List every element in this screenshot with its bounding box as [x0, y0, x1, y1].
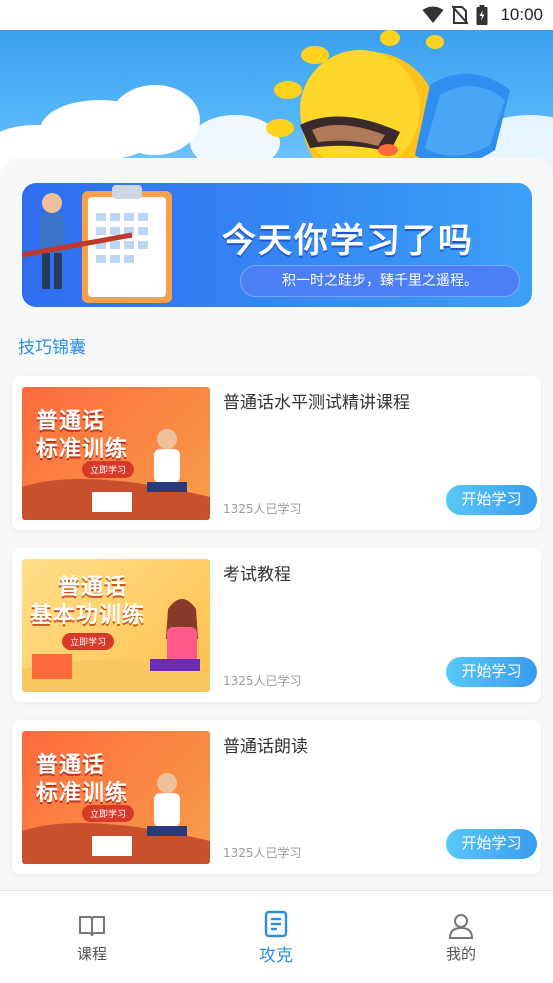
nav-tab-conquer[interactable]: 攻克: [184, 891, 368, 983]
status-bar: 10:00: [0, 0, 553, 30]
promo-banner[interactable]: 今天你学习了吗 积一时之跬步，臻千里之遥程。: [22, 183, 532, 307]
cloud-decoration: [110, 85, 200, 155]
course-card[interactable]: 普通话 基本功训练 立即学习 考试教程 1325人已学习 开始学习: [12, 548, 541, 702]
learner-count: 1325人已学习: [223, 674, 302, 688]
nav-label: 我的: [445, 945, 476, 963]
section-title: 技巧锦囊: [18, 338, 86, 358]
bottom-nav: 课程 攻克 我的: [0, 890, 553, 983]
no-sim-icon: [452, 5, 469, 25]
status-icons: 10:00: [422, 5, 543, 25]
course-title: 普通话朗读: [223, 737, 308, 757]
course-title: 考试教程: [223, 565, 291, 585]
book-icon: [79, 916, 105, 937]
thumbnail-tag: 立即学习: [82, 805, 135, 822]
student-illustration-icon: [22, 185, 172, 303]
banner-title: 今天你学习了吗: [222, 221, 474, 261]
start-learning-button[interactable]: 开始学习: [446, 485, 537, 515]
nav-label: 攻克: [259, 946, 293, 966]
nav-label: 课程: [76, 945, 107, 963]
battery-charging-icon: [476, 5, 488, 25]
scroll-icon: [264, 910, 288, 938]
start-learning-button[interactable]: 开始学习: [446, 657, 537, 687]
course-thumbnail[interactable]: 普通话 基本功训练 立即学习: [22, 559, 210, 692]
nav-tab-me[interactable]: 我的: [369, 891, 553, 983]
banner-subtitle: 积一时之跬步，臻千里之遥程。: [240, 265, 520, 297]
course-card[interactable]: 普通话 标准训练 立即学习 普通话水平测试精讲课程 1325人已学习 开始学习: [12, 376, 541, 530]
thumbnail-title: 基本功训练: [30, 603, 146, 628]
status-time: 10:00: [500, 5, 543, 24]
thumbnail-title: 标准训练: [36, 781, 129, 806]
learner-count: 1325人已学习: [223, 502, 302, 516]
course-thumbnail[interactable]: 普通话 标准训练 立即学习: [22, 387, 210, 520]
wifi-icon: [422, 6, 444, 23]
nav-tab-courses[interactable]: 课程: [0, 891, 184, 983]
start-learning-button[interactable]: 开始学习: [446, 829, 537, 859]
course-card[interactable]: 普通话 标准训练 立即学习 普通话朗读 1325人已学习 开始学习: [12, 720, 541, 874]
course-title: 普通话水平测试精讲课程: [223, 393, 410, 413]
thumbnail-tag: 立即学习: [82, 461, 135, 478]
course-thumbnail[interactable]: 普通话 标准训练 立即学习: [22, 731, 210, 864]
thumbnail-title: 标准训练: [36, 437, 129, 462]
user-icon: [448, 914, 474, 939]
learner-count: 1325人已学习: [223, 846, 302, 860]
thumbnail-tag: 立即学习: [62, 633, 115, 650]
